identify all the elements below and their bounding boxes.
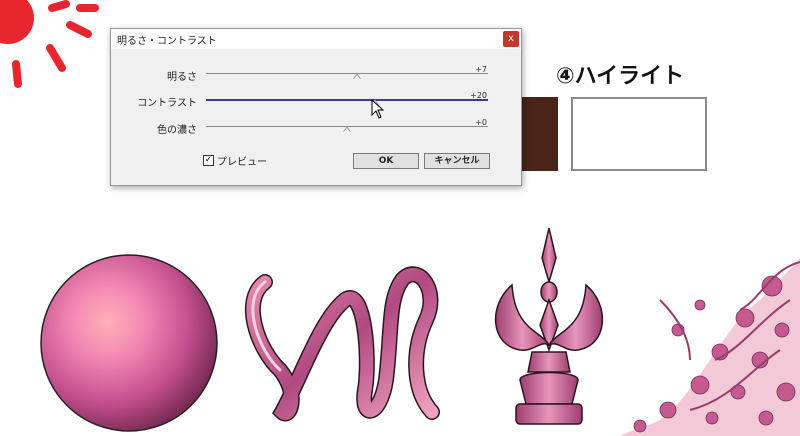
cancel-button[interactable]: キャンセル bbox=[424, 153, 490, 169]
check-icon: ✓ bbox=[204, 155, 213, 165]
contrast-label: コントラスト bbox=[137, 98, 197, 109]
brightness-contrast-dialog: 明るさ・コントラスト x 明るさ +7 コントラスト +20 色の濃さ +0 ✓… bbox=[110, 28, 522, 186]
mouse-cursor-icon bbox=[371, 99, 385, 119]
dialog-title: 明るさ・コントラスト bbox=[117, 36, 217, 47]
contrast-slider-track[interactable] bbox=[206, 99, 488, 101]
brightness-label: 明るさ bbox=[167, 72, 197, 83]
ok-button[interactable]: OK bbox=[353, 153, 419, 169]
ribbon-illustration bbox=[244, 266, 440, 422]
floral-corner-ornament-illustration bbox=[620, 258, 800, 436]
preview-checkbox[interactable]: ✓ bbox=[203, 155, 214, 166]
highlight-color-swatch bbox=[571, 97, 707, 171]
finial-ornament-illustration bbox=[494, 227, 604, 425]
saturation-label: 色の濃さ bbox=[157, 125, 197, 136]
sphere-illustration bbox=[40, 254, 218, 432]
brightness-slider-track[interactable] bbox=[206, 73, 488, 74]
close-icon[interactable]: x bbox=[503, 31, 519, 47]
sun-icon bbox=[0, 0, 99, 88]
brightness-slider-thumb[interactable] bbox=[352, 73, 361, 79]
dialog-titlebar[interactable]: 明るさ・コントラスト x bbox=[111, 29, 521, 49]
section-heading-highlight: ④ハイライト bbox=[556, 64, 685, 89]
saturation-slider-thumb[interactable] bbox=[343, 126, 351, 132]
preview-label: プレビュー bbox=[217, 157, 267, 168]
preview-toggle[interactable]: ✓ プレビュー bbox=[203, 153, 267, 168]
